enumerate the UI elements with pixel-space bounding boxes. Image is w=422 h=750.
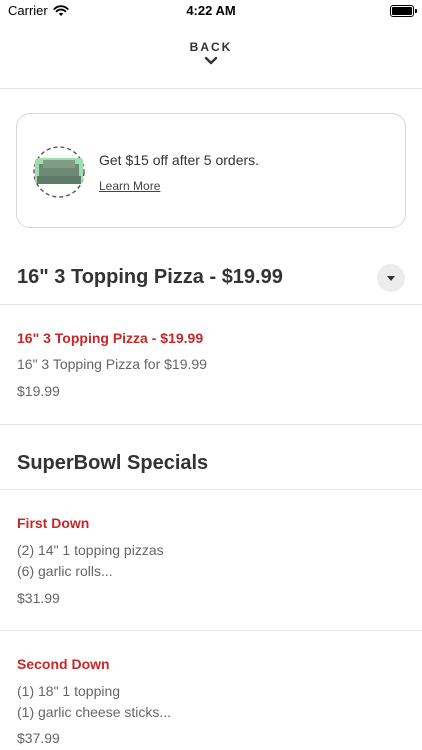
section-divider (0, 424, 422, 425)
category-dropdown-button[interactable] (377, 264, 405, 292)
learn-more-link[interactable]: Learn More (99, 179, 160, 193)
item-price: $37.99 (17, 730, 60, 746)
back-label: BACK (189, 40, 233, 54)
header-divider (0, 88, 422, 89)
status-time: 4:22 AM (186, 3, 236, 18)
chevron-down-icon (204, 56, 218, 65)
caret-down-icon (387, 275, 395, 281)
item-description-line: (1) garlic cheese sticks... (17, 704, 172, 720)
back-button[interactable]: BACK (0, 40, 422, 66)
promo-text: Get $15 off after 5 orders. (99, 152, 260, 168)
item-description-line: (2) 14" 1 topping pizzas (17, 542, 164, 558)
loyalty-promo-card: Get $15 off after 5 orders. Learn More (16, 113, 406, 228)
item-price: $31.99 (17, 590, 60, 606)
pizza-box-icon (33, 146, 85, 198)
item-price: $19.99 (17, 383, 60, 399)
item-name: Second Down (17, 656, 110, 672)
item-divider (0, 630, 422, 631)
section-divider (0, 489, 422, 490)
status-bar: Carrier 4:22 AM (0, 0, 422, 24)
item-description-line: (1) 18" 1 topping (17, 683, 121, 699)
item-description-line: (6) garlic rolls... (17, 563, 113, 579)
section-divider (0, 304, 422, 305)
item-name: First Down (17, 515, 90, 531)
battery-icon (390, 5, 417, 17)
item-name: 16" 3 Topping Pizza - $19.99 (17, 330, 204, 346)
section-title: SuperBowl Specials (17, 452, 209, 474)
section-title: 16" 3 Topping Pizza - $19.99 (17, 266, 283, 288)
item-description-line: 16" 3 Topping Pizza for $19.99 (17, 356, 207, 372)
